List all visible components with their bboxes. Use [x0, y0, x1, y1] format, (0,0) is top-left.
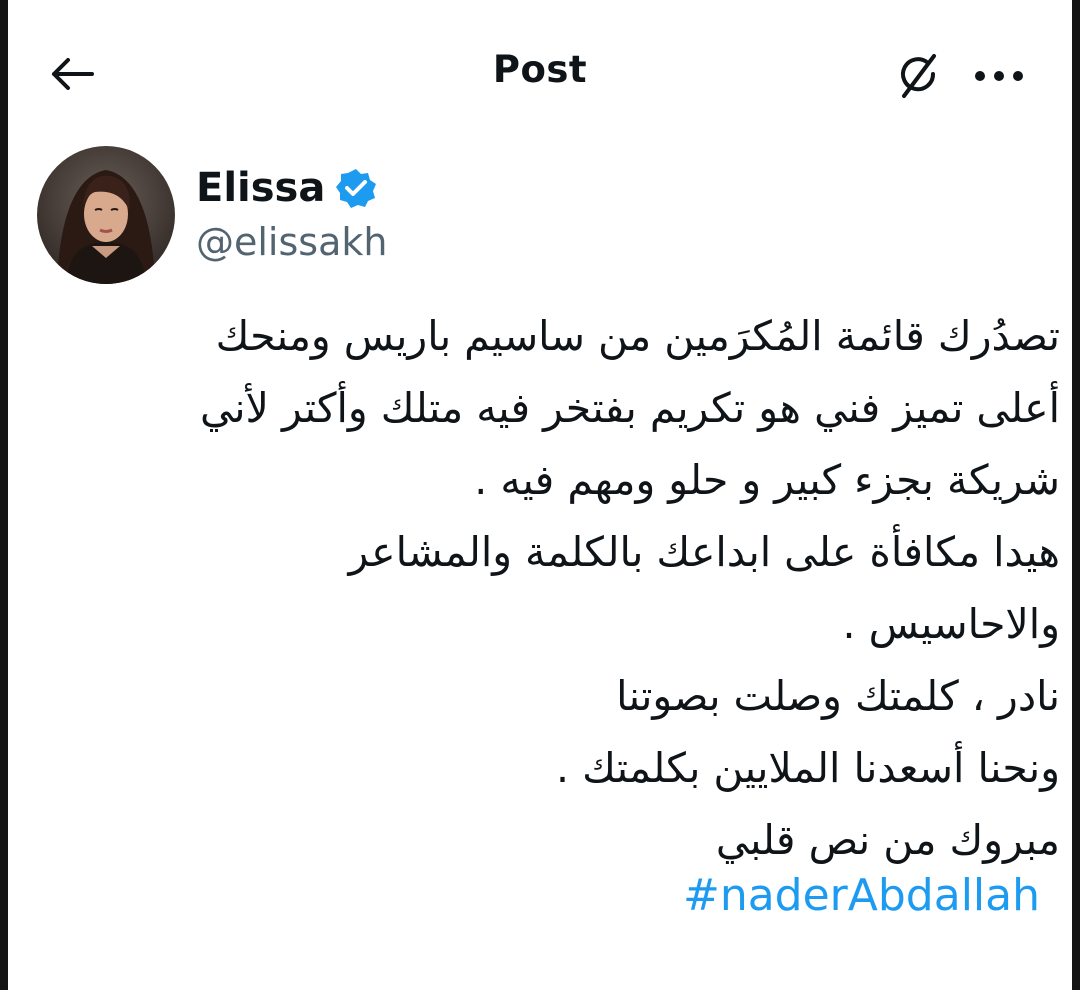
post-screen: Post Elissa @elissakh تصدُرك قائمة المُك…	[0, 0, 1080, 990]
avatar-photo	[37, 146, 175, 284]
verified-badge-icon	[335, 167, 377, 209]
user-handle[interactable]: @elissakh	[196, 220, 387, 264]
post-text-line: نادر ، كلمتك وصلت بصوتنا	[616, 672, 1060, 720]
hashtag-link[interactable]: #naderAbdallah	[683, 860, 1040, 932]
post-text-line: والاحاسيس .	[842, 600, 1060, 648]
more-dots-icon	[975, 71, 1023, 81]
post-text-line: شريكة بجزء كبير و حلو ومهم فيه .	[474, 456, 1060, 504]
avatar[interactable]	[37, 146, 175, 284]
grok-icon	[901, 54, 936, 98]
post-text-line: تصدُرك قائمة المُكرَمين من ساسيم باريس و…	[215, 312, 1060, 360]
post-body: تصدُرك قائمة المُكرَمين من ساسيم باريس و…	[48, 300, 1060, 876]
grok-button[interactable]	[892, 50, 948, 102]
post-text-line: هيدا مكافأة على ابداعك بالكلمة والمشاعر	[348, 528, 1060, 576]
post-text-line: أعلى تميز فني هو تكريم بفتخر فيه متلك وأ…	[199, 384, 1060, 432]
author-name-row: Elissa	[196, 160, 377, 216]
more-options-button[interactable]	[968, 56, 1030, 96]
top-bar: Post	[8, 0, 1072, 140]
post-text-line: ونحنا أسعدنا الملايين بكلمتك .	[556, 744, 1060, 792]
display-name[interactable]: Elissa	[196, 165, 325, 211]
